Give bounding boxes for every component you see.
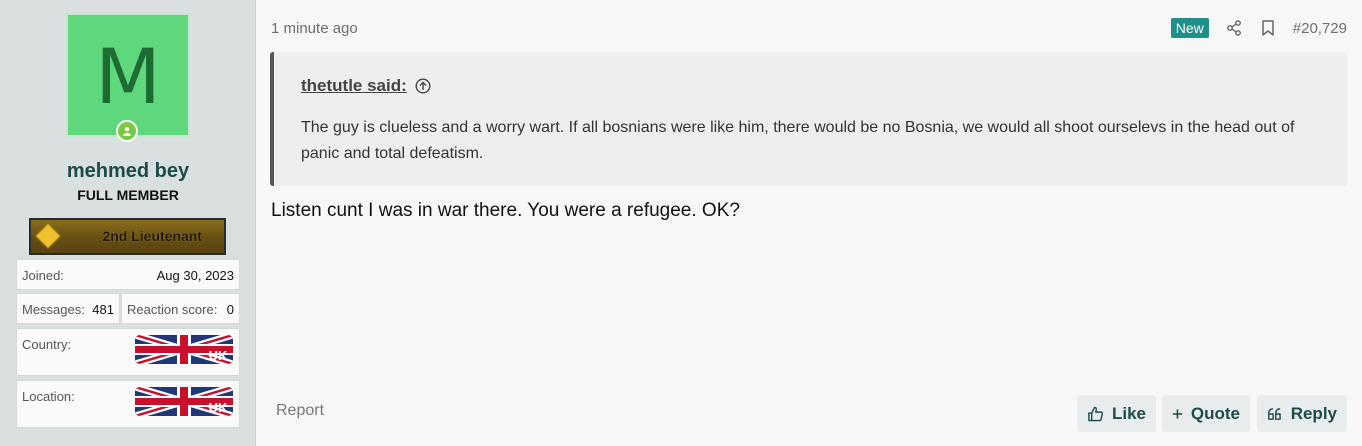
post-time-link[interactable]: 1 minute ago — [271, 20, 358, 37]
reply-button[interactable]: Reply — [1257, 395, 1347, 432]
quote-button[interactable]: Quote — [1162, 395, 1250, 432]
share-icon[interactable] — [1225, 19, 1243, 37]
quote-block: thetutle said: The guy is clueless and a… — [270, 52, 1347, 186]
arrow-up-circle-icon[interactable] — [415, 78, 431, 94]
joined-value: Aug 30, 2023 — [156, 268, 234, 283]
country-label: Country: — [22, 337, 72, 352]
plus-icon — [1172, 408, 1183, 419]
reply-label: Reply — [1290, 403, 1337, 423]
reaction-score-label: Reaction score: — [127, 302, 218, 317]
messages-label: Messages: — [22, 302, 85, 317]
quote-marks-icon — [1268, 407, 1281, 420]
joined-field: Joined: Aug 30, 2023 — [16, 259, 240, 290]
quote-author-name: thetutle said: — [301, 76, 407, 95]
report-link[interactable]: Report — [276, 402, 324, 420]
user-title: FULL MEMBER — [77, 187, 179, 203]
username-link[interactable]: mehmed bey — [0, 160, 256, 183]
avatar[interactable]: M — [66, 13, 190, 137]
quote-label: Quote — [1190, 403, 1240, 423]
reaction-score-field: Reaction score: 0 — [121, 293, 240, 324]
new-badge: New — [1170, 18, 1209, 38]
svg-text:.UK: .UK — [205, 400, 228, 415]
rank-banner: 2nd Lieutenant — [29, 218, 226, 255]
post-message: Listen cunt I was in war there. You were… — [271, 200, 740, 221]
messages-field: Messages: 481 — [16, 293, 120, 324]
post-header-actions: New #20,729 — [1170, 18, 1347, 38]
online-status-icon — [116, 120, 138, 142]
thumbs-up-icon — [1088, 406, 1104, 421]
reaction-score-value: 0 — [226, 302, 234, 317]
like-label: Like — [1111, 403, 1146, 423]
svg-text:.UK: .UK — [205, 348, 228, 363]
location-field: Location: .UK — [16, 380, 240, 428]
quote-author-link[interactable]: thetutle said: — [301, 76, 431, 96]
rank-label: 2nd Lieutenant — [102, 228, 202, 244]
uk-flag-image: .UK — [135, 387, 233, 416]
quote-text: The guy is clueless and a worry wart. If… — [301, 119, 1295, 162]
like-button[interactable]: Like — [1077, 395, 1156, 432]
messages-value: 481 — [92, 302, 114, 317]
post-main: 1 minute ago New #20,729 thetutle said: … — [256, 0, 1362, 446]
country-field: Country: .UK — [16, 328, 240, 376]
joined-label: Joined: — [22, 268, 64, 283]
bookmark-icon[interactable] — [1259, 19, 1277, 37]
avatar-letter: M — [95, 32, 161, 121]
location-label: Location: — [22, 389, 75, 404]
user-sidebar: M mehmed bey FULL MEMBER 2nd Lieutenant … — [0, 0, 256, 446]
forum-post: M mehmed bey FULL MEMBER 2nd Lieutenant … — [0, 0, 1362, 446]
uk-flag-image: .UK — [135, 335, 233, 364]
post-number-link[interactable]: #20,729 — [1293, 20, 1347, 37]
